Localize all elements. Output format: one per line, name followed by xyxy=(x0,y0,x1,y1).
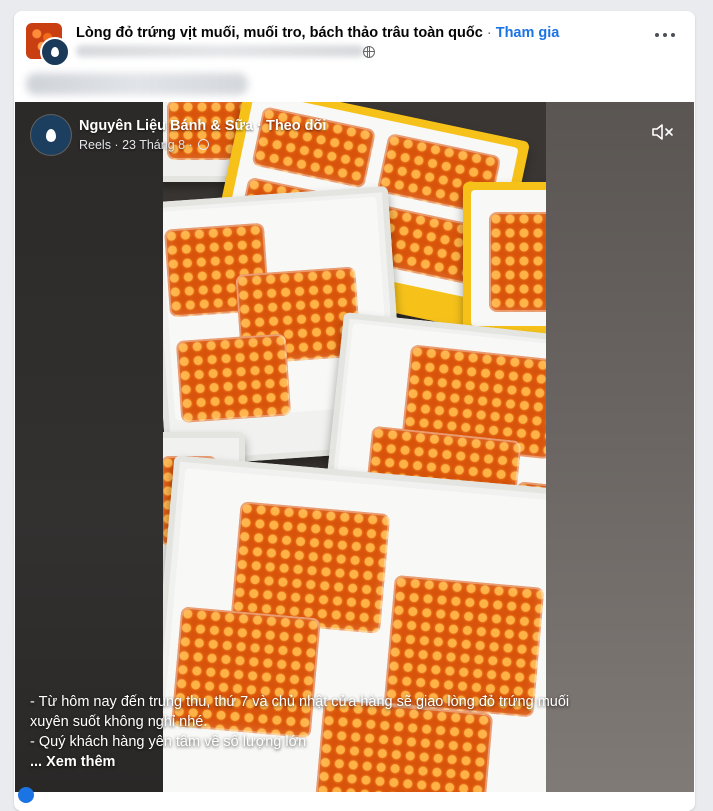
caption-line: xuyên suốt không nghỉ nhé. xyxy=(30,714,208,730)
globe-icon xyxy=(198,139,210,150)
join-group-link[interactable]: Tham gia xyxy=(496,25,560,41)
video-side-padding-left xyxy=(15,102,163,792)
caption-line: - Từ hôm nay đến trung thu, thứ 7 và chủ… xyxy=(30,694,570,710)
speaker-muted-icon[interactable] xyxy=(650,122,676,142)
group-name-link[interactable]: Lòng đỏ trứng vịt muối, muối tro, bách t… xyxy=(76,25,483,41)
channel-avatar[interactable] xyxy=(31,115,71,155)
channel-separator: · xyxy=(257,118,262,134)
see-more-link[interactable]: ... Xem thêm xyxy=(30,752,630,772)
reel-meta-text: Reels · 23 Tháng 8 · xyxy=(79,138,193,152)
follow-button[interactable]: Theo dõi xyxy=(266,118,326,134)
like-reaction-icon xyxy=(18,787,34,803)
channel-header: Nguyên Liệu Bánh & Sữa · Theo dõi xyxy=(79,118,326,134)
reel-video-player[interactable]: Nguyên Liệu Bánh & Sữa · Theo dõi Reels … xyxy=(15,102,694,792)
post-header-title: Lòng đỏ trứng vịt muối, muối tro, bách t… xyxy=(76,24,636,42)
post-card: Lòng đỏ trứng vịt muối, muối tro, bách t… xyxy=(14,11,695,811)
video-caption: - Từ hôm nay đến trung thu, thứ 7 và chủ… xyxy=(30,692,630,772)
reel-meta: Reels · 23 Tháng 8 · xyxy=(79,138,210,152)
user-avatar[interactable] xyxy=(40,37,70,67)
blurred-author-name xyxy=(76,45,364,57)
header-separator: · xyxy=(486,25,492,41)
video-frame-salted-egg-yolk-boxes xyxy=(163,102,546,792)
drop-logo-icon xyxy=(51,47,59,57)
video-side-padding-right xyxy=(546,102,694,792)
blurred-post-caption xyxy=(26,73,248,95)
globe-icon xyxy=(363,46,375,58)
channel-name-link[interactable]: Nguyên Liệu Bánh & Sữa xyxy=(79,118,253,134)
drop-logo-icon xyxy=(46,128,56,142)
caption-line: - Quý khách hàng yên tâm về số lượng lớn xyxy=(30,734,307,750)
more-options-icon[interactable] xyxy=(655,33,675,39)
